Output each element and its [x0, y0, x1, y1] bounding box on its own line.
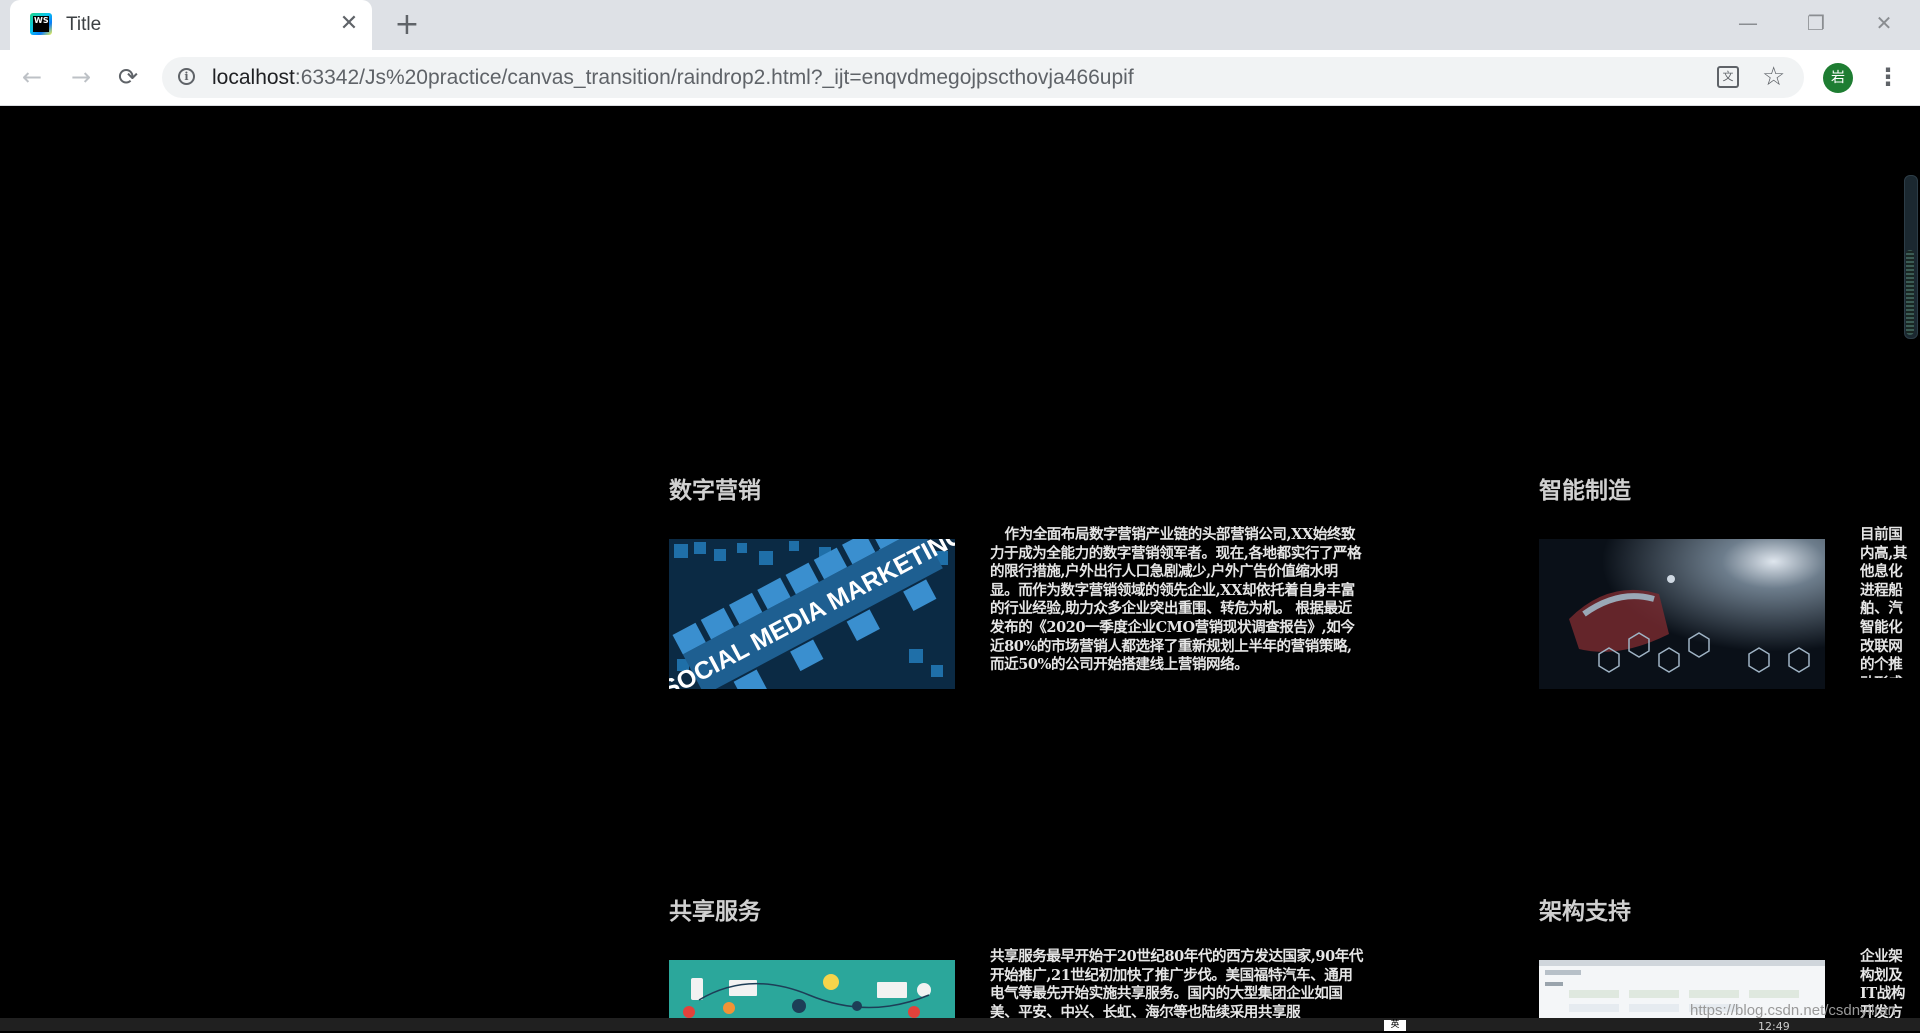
ime-indicator[interactable]: 英 [1384, 1020, 1406, 1031]
url-text[interactable]: localhost:63342/Js%20practice/canvas_tra… [212, 66, 1134, 90]
restore-button[interactable]: ❐ [1796, 8, 1836, 38]
section-title-smart-manufacturing: 智能制造 [1539, 478, 1631, 504]
back-arrow-icon[interactable]: ← [17, 62, 47, 92]
social-media-marketing-image: SOCIAL MEDIA MARKETING [669, 539, 955, 689]
section-title-digital-marketing: 数字营销 [669, 478, 761, 504]
new-tab-button[interactable]: + [392, 10, 422, 40]
bookmark-star-icon[interactable]: ☆ [1762, 62, 1785, 92]
shared-services-illustration [669, 960, 955, 1018]
kebab-menu-icon[interactable]: ⋮ [1876, 62, 1900, 92]
browser-tab[interactable]: WS Title ✕ [10, 0, 372, 50]
address-bar[interactable]: i localhost:63342/Js%20practice/canvas_t… [162, 57, 1804, 98]
section-title-shared-services: 共享服务 [669, 899, 761, 925]
taskbar [0, 1018, 1920, 1031]
section-text-shared-services: 共享服务最早开始于20世纪80年代的西方发达国家,90年代开始推广,21世纪初加… [990, 948, 1363, 1018]
tab-title: Title [66, 14, 102, 35]
scrollbar-thumb[interactable] [1906, 250, 1914, 335]
favicon-text: WS [33, 16, 49, 32]
smart-manufacturing-image [1539, 539, 1825, 689]
tray-clock[interactable]: 12:49 [1758, 1020, 1790, 1033]
section-title-architecture-support: 架构支持 [1539, 899, 1631, 925]
page-canvas: 数字营销 SOCIAL MEDIA MARKETING 作为全面布局数字营销产业… [0, 106, 1920, 1018]
translate-icon[interactable]: 文 [1717, 66, 1739, 88]
watermark-text: https://blog.csdn.net/csdnyiiran [1690, 1002, 1896, 1019]
minimize-button[interactable]: — [1728, 8, 1768, 38]
section-text-smart-manufacturing: 目前国内高,其他息化进程船舶、汽智能化改联网的个推动形成方式等。 [1860, 526, 1907, 678]
url-host: localhost [212, 66, 295, 89]
profile-avatar[interactable]: 岩 [1823, 63, 1853, 93]
url-path: :63342/Js%20practice/canvas_transition/r… [294, 66, 1134, 89]
site-info-icon[interactable]: i [178, 68, 195, 85]
social-media-illustration: SOCIAL MEDIA MARKETING [669, 539, 955, 689]
close-window-button[interactable]: ✕ [1864, 8, 1904, 38]
tab-strip: WS Title ✕ + — ❐ ✕ [0, 0, 1920, 50]
section-text-digital-marketing: 作为全面布局数字营销产业链的头部营销公司,XX始终致力于成为全能力的数字营销领军… [990, 526, 1362, 674]
smart-manufacturing-illustration [1539, 539, 1825, 689]
shared-services-image [669, 960, 955, 1018]
webstorm-favicon-icon: WS [30, 13, 52, 35]
browser-toolbar: ← → ⟳ i localhost:63342/Js%20practice/ca… [0, 50, 1920, 106]
close-tab-icon[interactable]: ✕ [336, 11, 362, 37]
reload-icon[interactable]: ⟳ [113, 62, 143, 92]
forward-arrow-icon[interactable]: → [66, 62, 96, 92]
